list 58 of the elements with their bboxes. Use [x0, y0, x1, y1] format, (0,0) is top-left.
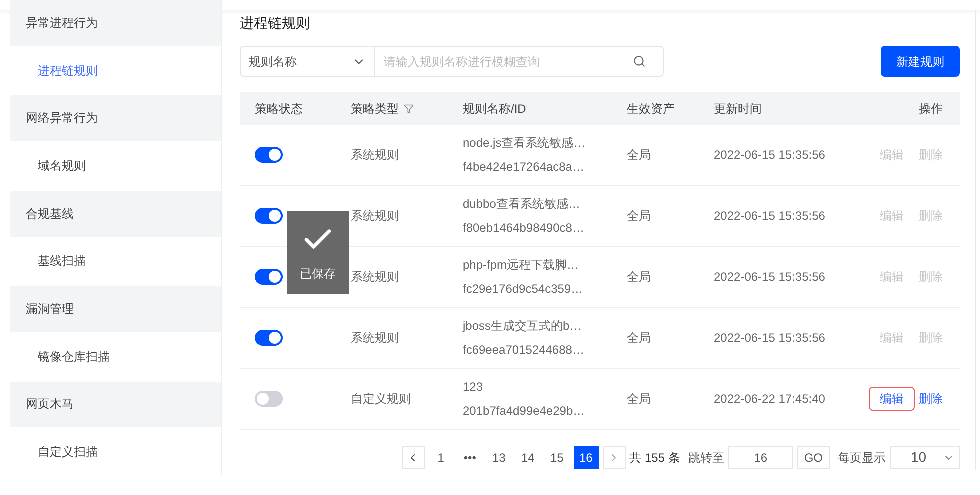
asset-scope: 全局: [627, 269, 651, 286]
jump-input[interactable]: 16: [728, 446, 794, 469]
rule-id: f4be424e17264ac8a…: [463, 159, 586, 176]
page-button[interactable]: 15: [544, 446, 570, 469]
column-header: 更新时间: [714, 100, 762, 118]
total-count: 共 155 条: [630, 450, 680, 466]
asset-scope: 全局: [627, 330, 651, 347]
rule-id: fc69eea7015244688…: [463, 342, 586, 359]
rule-id: 201b7fa4d99e4e29b…: [463, 403, 586, 420]
toggle-switch[interactable]: [255, 391, 283, 407]
page-button[interactable]: 16: [574, 446, 599, 469]
rule-id: fc29e176d9c54c359…: [463, 281, 584, 298]
rule-id: f80eb1464b98490c8…: [463, 220, 586, 237]
update-time: 2022-06-15 15:35:56: [714, 330, 826, 347]
rule-type: 系统规则: [351, 330, 399, 347]
column-header: 操作: [919, 100, 943, 118]
filter-icon: [404, 104, 414, 114]
page-button[interactable]: 13: [486, 446, 512, 469]
asset-scope: 全局: [627, 147, 651, 164]
update-time: 2022-06-15 15:35:56: [714, 208, 826, 225]
column-header: 规则名称/ID: [463, 100, 526, 118]
asset-scope: 全局: [627, 208, 651, 225]
new-rule-button[interactable]: 新建规则: [881, 46, 960, 77]
rule-name: jboss生成交互式的b…: [463, 318, 583, 335]
update-time: 2022-06-15 15:35:56: [714, 269, 826, 286]
page-title: 进程链规则: [240, 14, 311, 33]
update-time: 2022-06-15 15:35:56: [714, 147, 826, 164]
jump-label: 跳转至: [688, 450, 724, 466]
page-button[interactable]: •••: [458, 446, 483, 469]
page-button[interactable]: 14: [516, 446, 541, 469]
update-time: 2022-06-22 17:45:40: [714, 391, 826, 408]
column-header: 策略类型: [351, 100, 399, 118]
search-icon: [633, 55, 646, 68]
rule-type: 系统规则: [351, 208, 399, 225]
sidebar-group[interactable]: 网页木马: [10, 382, 221, 428]
sidebar-group[interactable]: 网络异常行为: [10, 95, 221, 142]
column-header: 生效资产: [627, 100, 675, 118]
rule-name: dubbo查看系统敏感…: [463, 196, 582, 213]
sidebar-group[interactable]: 异常进程行为: [10, 0, 221, 46]
rule-name: node.js查看系统敏感…: [463, 135, 587, 152]
sidebar-group[interactable]: 漏洞管理: [10, 286, 221, 332]
toast-text: 已保存: [300, 266, 336, 282]
page-button[interactable]: 1: [428, 446, 454, 469]
page-size-select[interactable]: 10: [890, 446, 960, 469]
rule-name: 123: [463, 379, 484, 396]
edit-link[interactable]: 编辑: [869, 387, 915, 411]
filter-select[interactable]: 规则名称: [240, 46, 375, 77]
delete-link[interactable]: 删除: [919, 390, 943, 408]
sidebar-group[interactable]: 合规基线: [10, 190, 221, 237]
rule-type: 自定义规则: [351, 391, 411, 408]
rule-type: 系统规则: [351, 147, 399, 164]
go-button[interactable]: GO: [797, 446, 830, 469]
asset-scope: 全局: [627, 391, 651, 408]
page-size-label: 每页显示: [838, 450, 886, 466]
rule-type: 系统规则: [351, 269, 399, 286]
search-field[interactable]: 请输入规则名称进行模糊查询: [375, 46, 664, 77]
rule-name: php-fpm远程下载脚…: [463, 257, 580, 274]
column-header: 策略状态: [255, 100, 303, 118]
